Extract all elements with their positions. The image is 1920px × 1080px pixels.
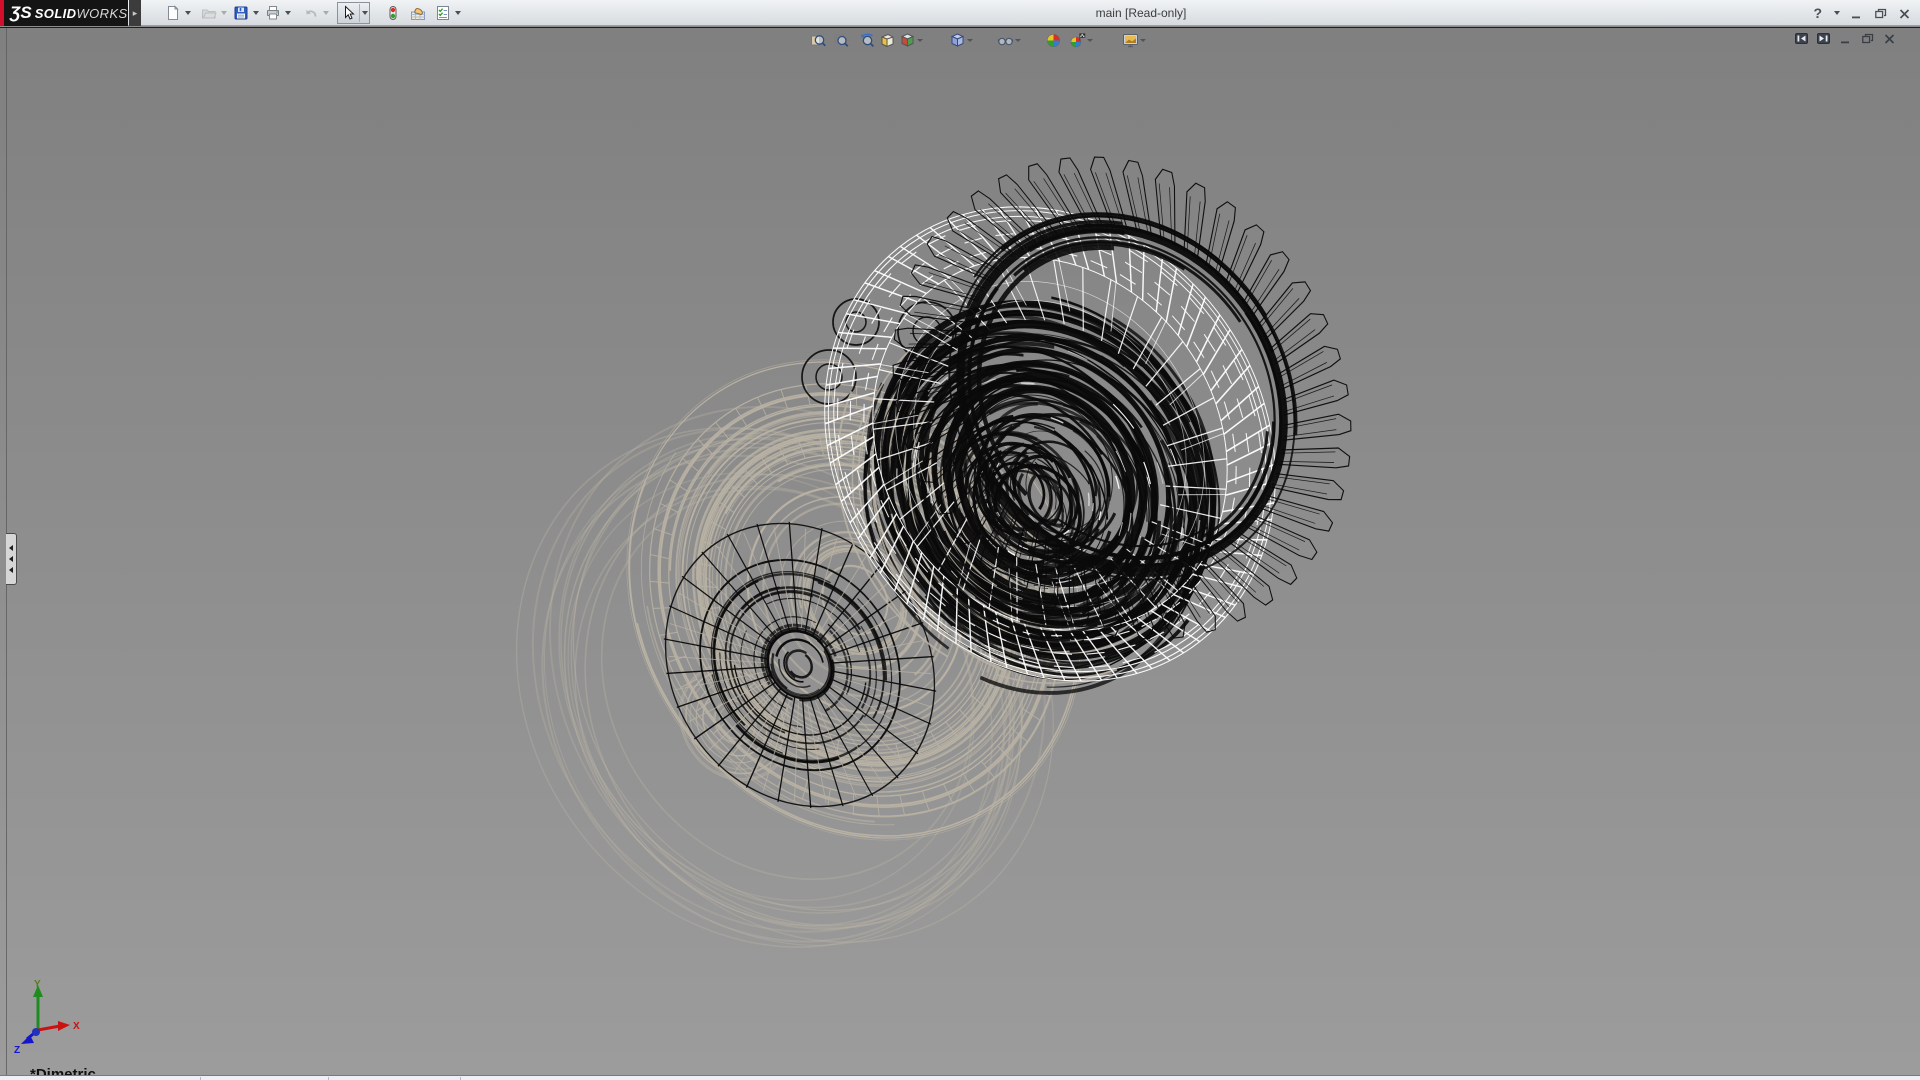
- dropdown-caret[interactable]: [185, 11, 191, 15]
- window-controls: ?: [1813, 0, 1912, 26]
- hand-sheet-icon: [409, 4, 427, 22]
- dropdown-caret[interactable]: [455, 11, 461, 15]
- triad-x-axis: [38, 1026, 60, 1030]
- standard-toolbar: [150, 0, 461, 26]
- triad-x-arrow: [58, 1021, 70, 1031]
- triad-y-label: Y: [34, 979, 41, 990]
- triad-x-label: X: [73, 1021, 80, 1032]
- collapse-arrow-icon: [9, 556, 13, 562]
- view-orientation-label: *Dimetric: [30, 1066, 96, 1075]
- undo-button[interactable]: [302, 2, 329, 24]
- open-document-icon: [200, 4, 218, 22]
- triad-z-label: Z: [14, 1045, 20, 1056]
- undo-icon: [302, 4, 320, 22]
- engine-model-wireframe[interactable]: [0, 28, 1920, 1075]
- dropdown-caret[interactable]: [323, 11, 329, 15]
- new-document-button[interactable]: [164, 2, 191, 24]
- solidworks-glyph-icon: ƷS: [10, 3, 32, 23]
- collapse-arrow-icon: [9, 567, 13, 573]
- new-document-icon: [164, 4, 182, 22]
- save-icon: [232, 4, 250, 22]
- open-document-button[interactable]: [200, 2, 227, 24]
- minimize-button[interactable]: [1849, 6, 1864, 21]
- split-divider: [359, 4, 360, 22]
- save-button[interactable]: [232, 2, 259, 24]
- print-icon: [264, 4, 282, 22]
- solidworks-logo: ƷS SOLIDWORKS: [0, 0, 128, 26]
- restore-button[interactable]: [1873, 6, 1888, 21]
- dropdown-caret[interactable]: [362, 11, 368, 15]
- select-cursor-pressed-box[interactable]: [337, 2, 370, 24]
- brand-light: WORKS: [76, 6, 127, 21]
- document-title: main [Read-only]: [1096, 6, 1187, 20]
- triad-origin: [32, 1028, 40, 1036]
- select-cursor-icon: [339, 4, 357, 22]
- brand-bold: SOLID: [35, 6, 77, 21]
- graphics-viewport[interactable]: Y X Z *Dimetric: [0, 28, 1920, 1075]
- solidworks-window: ƷS SOLIDWORKS ▸ main [Read-only] ?: [0, 0, 1920, 1080]
- traffic-light-button[interactable]: [384, 2, 402, 24]
- help-button[interactable]: ?: [1813, 5, 1822, 21]
- print-button[interactable]: [264, 2, 291, 24]
- collapse-arrow-icon: [9, 545, 13, 551]
- hand-sheet-button[interactable]: [409, 2, 427, 24]
- dropdown-caret[interactable]: [253, 11, 259, 15]
- help-dropdown-caret[interactable]: [1834, 11, 1840, 15]
- logo-red-stripe: [0, 0, 4, 26]
- orientation-triad: Y X Z: [0, 975, 120, 1075]
- status-bar: [0, 1075, 1920, 1080]
- dropdown-caret[interactable]: [221, 11, 227, 15]
- titlebar: ƷS SOLIDWORKS ▸ main [Read-only] ?: [0, 0, 1920, 26]
- close-button[interactable]: [1897, 6, 1912, 21]
- menu-flyout-button[interactable]: ▸: [129, 0, 141, 26]
- options-checklist-icon: [434, 4, 452, 22]
- options-checklist-button[interactable]: [434, 2, 461, 24]
- dropdown-caret[interactable]: [285, 11, 291, 15]
- traffic-light-icon: [384, 4, 402, 22]
- featuremanager-collapsed-tab[interactable]: [6, 533, 17, 585]
- select-cursor-button[interactable]: [337, 2, 370, 24]
